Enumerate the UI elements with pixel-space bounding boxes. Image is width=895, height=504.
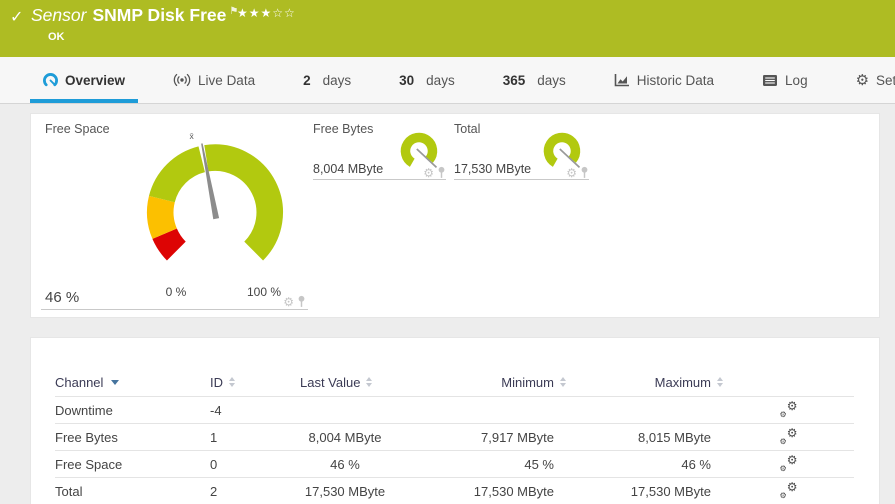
- column-header-channel[interactable]: Channel: [55, 375, 210, 390]
- tab-365-days[interactable]: 365days: [490, 57, 579, 103]
- tab-overview[interactable]: Overview: [30, 57, 138, 103]
- tab-historic-data[interactable]: Historic Data: [601, 57, 727, 103]
- column-header-last-value[interactable]: Last Value: [300, 375, 390, 390]
- pin-icon[interactable]: [297, 295, 306, 308]
- free-bytes-value: 8,004 MByte: [313, 162, 383, 176]
- gauge-title: Total: [454, 122, 480, 136]
- sort-icon: [366, 377, 372, 387]
- tab-live-data[interactable]: Live Data: [160, 57, 268, 103]
- tab-2-days[interactable]: 2days: [290, 57, 364, 103]
- channel-settings-icon[interactable]: ⚙⚙: [780, 482, 798, 498]
- table-row-downtime[interactable]: Downtime -4 ⚙⚙: [55, 396, 854, 423]
- table-row-free-space[interactable]: Free Space 0 46 % 45 % 46 % ⚙⚙: [55, 450, 854, 477]
- gauge-title: Free Bytes: [313, 122, 373, 136]
- page-title: SensorSNMP Disk Free⚑: [31, 5, 238, 26]
- column-header-maximum[interactable]: Maximum: [566, 375, 723, 390]
- gauge-settings-gear-icon[interactable]: ⚙: [283, 296, 294, 308]
- channel-settings-icon[interactable]: ⚙⚙: [780, 401, 798, 417]
- table-header-row: Channel ID Last Value Minimum Maximum: [55, 368, 854, 396]
- sensor-name: SNMP Disk Free: [92, 5, 226, 25]
- channel-settings-icon[interactable]: ⚙⚙: [780, 455, 798, 471]
- gauge-settings-gear-icon[interactable]: ⚙: [423, 167, 434, 179]
- channels-panel: Channel ID Last Value Minimum Maximum: [30, 337, 880, 504]
- star-rating[interactable]: ★★★☆☆: [237, 6, 296, 20]
- table-row-total[interactable]: Total 2 17,530 MByte 17,530 MByte 17,530…: [55, 477, 854, 504]
- channel-settings-icon[interactable]: ⚙⚙: [780, 428, 798, 444]
- gauge-title: Free Space: [45, 122, 110, 136]
- tab-bar: Overview Live Data 2days 30days 365days …: [0, 57, 895, 104]
- sensor-header: ✓ SensorSNMP Disk Free⚑ ★★★☆☆ OK: [0, 0, 895, 57]
- total-value: 17,530 MByte: [454, 162, 531, 176]
- channels-table: Channel ID Last Value Minimum Maximum: [31, 338, 879, 504]
- gauge-max-label: 100 %: [239, 285, 289, 299]
- tab-30-days[interactable]: 30days: [386, 57, 468, 103]
- object-kind-label: Sensor: [31, 5, 86, 25]
- log-icon: [762, 74, 778, 87]
- gauges-panel: Free Space x̄ 0 % 100 % 46 % ⚙ Free Byte…: [30, 113, 880, 318]
- pin-icon[interactable]: [437, 166, 446, 179]
- live-data-icon: [173, 73, 191, 87]
- tab-log[interactable]: Log: [749, 57, 821, 103]
- tab-settings[interactable]: ⚙ Settings: [843, 57, 895, 103]
- pin-icon[interactable]: [580, 166, 589, 179]
- free-space-gauge: x̄: [130, 123, 300, 272]
- total-gauge-widget: Total 17,530 MByte ⚙: [454, 122, 589, 180]
- status-check-icon: ✓: [10, 7, 23, 27]
- gauge-icon: [43, 73, 58, 88]
- gauge-min-label: 0 %: [151, 285, 201, 299]
- table-row-free-bytes[interactable]: Free Bytes 1 8,004 MByte 7,917 MByte 8,0…: [55, 423, 854, 450]
- free-space-value: 46 %: [45, 289, 79, 306]
- sort-desc-icon: [111, 380, 119, 385]
- column-header-id[interactable]: ID: [210, 375, 300, 390]
- sort-icon: [717, 377, 723, 387]
- column-header-minimum[interactable]: Minimum: [390, 375, 566, 390]
- free-space-gauge-widget: Free Space x̄ 0 % 100 % 46 % ⚙: [41, 120, 308, 310]
- free-bytes-gauge-widget: Free Bytes 8,004 MByte ⚙: [313, 122, 446, 180]
- sort-icon: [229, 377, 235, 387]
- gear-icon: ⚙: [856, 73, 869, 88]
- status-badge: OK: [48, 31, 65, 43]
- chart-icon: [614, 73, 630, 87]
- average-marker: x̄: [190, 131, 195, 141]
- gauge-settings-gear-icon[interactable]: ⚙: [566, 167, 577, 179]
